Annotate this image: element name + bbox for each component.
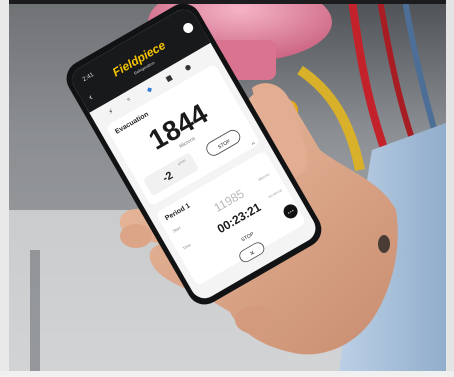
tripod-leg: [30, 250, 40, 377]
wrist-tattoo: [378, 235, 390, 253]
frame-left-edge: [0, 0, 9, 377]
fingertip-bottom: [235, 306, 275, 334]
photo-scene: 2:41 Fieldpiece Refrigeration ‹ ⚡ ° ◆ ■ …: [0, 0, 454, 377]
frame-bottom-edge: [0, 371, 454, 377]
frame-top-edge: [0, 0, 454, 4]
frame-right-edge: [446, 0, 454, 377]
photo-frame: 2:41 Fieldpiece Refrigeration ‹ ⚡ ° ◆ ■ …: [0, 0, 454, 377]
fingertip-left: [120, 224, 152, 248]
